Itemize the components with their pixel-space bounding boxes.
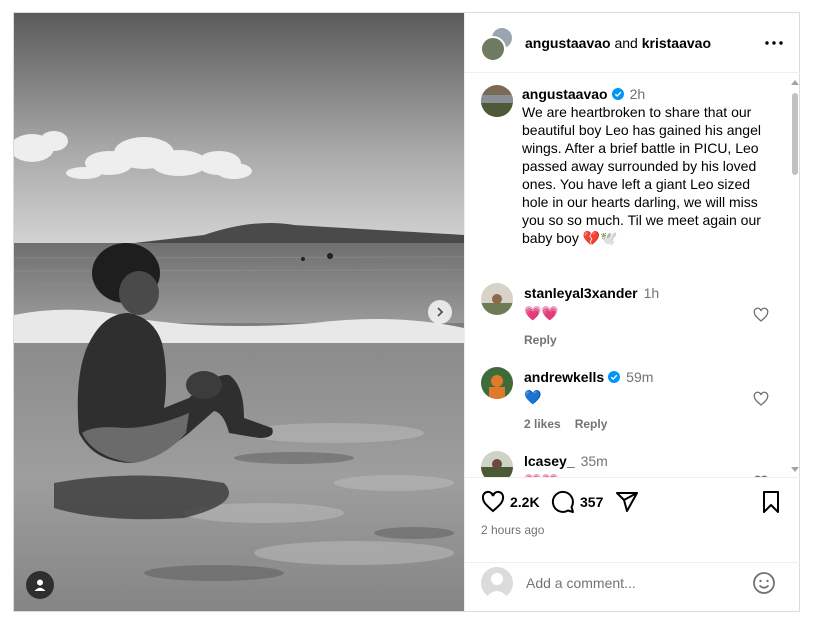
post-side-panel: angustaavao and kristaavao angustaavao 2h… (464, 13, 800, 611)
comment-item: lcasey_35m 💗💗 (481, 451, 781, 477)
scroll-down-arrow-icon[interactable] (791, 467, 799, 473)
avatar[interactable] (481, 283, 513, 315)
paper-plane-icon[interactable] (615, 490, 639, 514)
comment-username[interactable]: andrewkells (524, 369, 604, 385)
post-photo[interactable] (14, 13, 464, 611)
comment-actions: 2 likes Reply (524, 417, 621, 431)
post-header: angustaavao and kristaavao (465, 13, 800, 73)
add-comment-bar: Add a comment... (465, 562, 800, 612)
comment-header: andrewkells 59m (524, 369, 653, 385)
comment-like-heart-icon[interactable] (753, 391, 769, 407)
beach-photo (14, 13, 464, 611)
comment-header: stanleyal3xander 1h (524, 285, 659, 301)
comment-time: 59m (626, 369, 654, 385)
post-timestamp[interactable]: 2 hours ago (481, 523, 544, 537)
more-horizontal-icon (765, 41, 783, 45)
scroll-up-arrow-icon[interactable] (791, 79, 799, 85)
post-container: angustaavao and kristaavao angustaavao 2h… (13, 12, 800, 612)
more-options-button[interactable] (762, 31, 786, 55)
verified-badge-icon (608, 371, 621, 383)
comment-text: 💙 (524, 389, 542, 405)
likes-count[interactable]: 2.2K (510, 494, 540, 510)
header-username-2[interactable]: kristaavao (642, 35, 711, 51)
heart-icon[interactable] (481, 490, 505, 514)
header-connector: and (614, 35, 638, 51)
avatar[interactable] (481, 85, 513, 117)
reply-button[interactable]: Reply (575, 417, 608, 431)
avatar (480, 36, 506, 62)
comments-count[interactable]: 357 (580, 494, 603, 510)
avatar[interactable] (481, 367, 513, 399)
reply-button[interactable]: Reply (524, 333, 557, 347)
bookmark-icon[interactable] (759, 490, 783, 514)
current-user-avatar (481, 567, 513, 599)
comment-username[interactable]: lcasey_ (524, 453, 575, 469)
post-actions: 2.2K 357 2 hours ago (465, 478, 800, 568)
share-action[interactable] (615, 490, 639, 514)
caption-username[interactable]: angustaavao (522, 86, 608, 102)
comments-section: angustaavao 2h We are heartbroken to shar… (465, 73, 800, 478)
comment-item: andrewkells 59m 💙 2 likes Reply (481, 367, 781, 437)
avatar[interactable] (481, 451, 513, 477)
comment-actions: Reply (524, 333, 571, 347)
comments-scrollbar[interactable] (789, 77, 800, 477)
comment-action[interactable]: 357 (551, 490, 603, 514)
comment-time: 1h (643, 285, 660, 301)
save-action[interactable] (759, 490, 783, 514)
comment-header: lcasey_ 35m (524, 453, 608, 469)
collab-names: angustaavao and kristaavao (525, 35, 711, 51)
comment-like-heart-icon[interactable] (753, 307, 769, 323)
person-icon (34, 579, 46, 591)
collab-avatars[interactable] (480, 26, 514, 62)
comment-username[interactable]: stanleyal3xander (524, 285, 638, 301)
caption: angustaavao 2h We are heartbroken to shar… (522, 85, 777, 247)
verified-badge-icon (611, 88, 624, 100)
like-action[interactable]: 2.2K (481, 490, 540, 514)
caption-time: 2h (629, 86, 646, 102)
tagged-users-button[interactable] (26, 571, 54, 599)
comment-icon[interactable] (551, 490, 575, 514)
comment-likes-count[interactable]: 2 likes (524, 417, 561, 431)
scrollbar-thumb[interactable] (792, 93, 798, 175)
smiley-icon[interactable] (752, 571, 776, 595)
next-photo-button[interactable] (428, 300, 452, 324)
comment-time: 35m (580, 453, 608, 469)
chevron-right-icon (437, 307, 444, 317)
comment-text: 💗💗 (524, 305, 559, 321)
comment-item: stanleyal3xander 1h 💗💗 Reply (481, 283, 781, 353)
add-comment-input[interactable]: Add a comment... (526, 575, 636, 591)
caption-text: We are heartbroken to share that our bea… (522, 104, 761, 246)
header-username-1[interactable]: angustaavao (525, 35, 611, 51)
